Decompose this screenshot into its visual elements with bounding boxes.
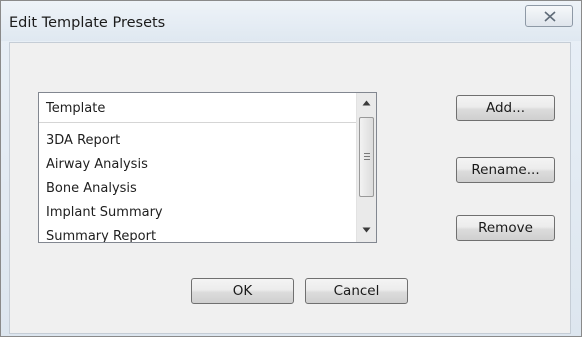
scroll-up-button[interactable] [357, 94, 376, 114]
edit-template-presets-dialog: Edit Template Presets Template 3DA Repor… [0, 0, 582, 337]
scroll-down-button[interactable] [357, 221, 376, 241]
grip-line [364, 156, 370, 157]
scroll-down-arrow-icon [362, 227, 371, 233]
list-item-3da-report[interactable]: 3DA Report [46, 133, 120, 148]
list-header[interactable]: Template [39, 93, 356, 123]
ok-button[interactable]: OK [191, 278, 294, 304]
grip-line [364, 159, 370, 160]
vertical-scrollbar[interactable] [356, 93, 376, 242]
add-button[interactable]: Add... [456, 95, 555, 121]
list-item-summary-report[interactable]: Summary Report [46, 229, 156, 242]
rename-button[interactable]: Rename... [456, 157, 555, 183]
grip-line [364, 153, 370, 154]
dialog-title: Edit Template Presets [9, 15, 166, 31]
template-list[interactable]: Template 3DA Report Airway Analysis Bone… [38, 92, 377, 243]
list-item-implant-summary[interactable]: Implant Summary [46, 205, 163, 220]
title-bar[interactable]: Edit Template Presets [1, 1, 581, 41]
list-item-bone-analysis[interactable]: Bone Analysis [46, 181, 137, 196]
list-item-airway-analysis[interactable]: Airway Analysis [46, 157, 148, 172]
close-button[interactable] [525, 5, 573, 27]
scroll-up-arrow-icon [362, 100, 371, 106]
scroll-thumb[interactable] [359, 117, 374, 197]
remove-button[interactable]: Remove [456, 215, 555, 241]
list-header-label: Template [46, 101, 106, 116]
close-x-icon [544, 11, 556, 22]
cancel-button[interactable]: Cancel [305, 278, 408, 304]
